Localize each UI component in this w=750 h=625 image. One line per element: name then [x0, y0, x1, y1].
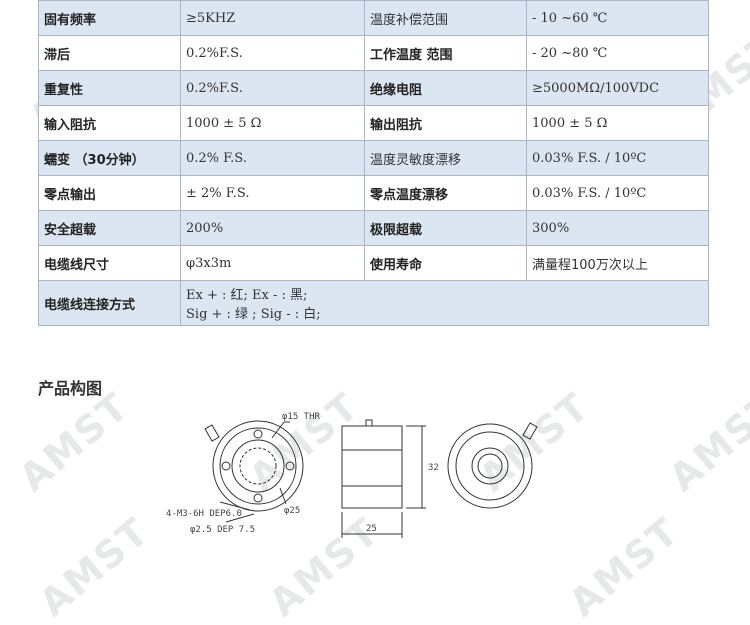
spec-label: 温度灵敏度漂移	[364, 140, 527, 176]
spec-label: 输入阻抗	[38, 105, 181, 141]
spec-value: ± 2% F.S.	[180, 175, 365, 211]
spec-value: 300%	[526, 210, 709, 246]
spec-label: 滞后	[38, 35, 181, 71]
spec-label: 电缆线尺寸	[38, 245, 181, 281]
spec-label: 输出阻抗	[364, 105, 527, 141]
spec-label: 重复性	[38, 70, 181, 106]
table-row: 输入阻抗 1000 ± 5 Ω 输出阻抗 1000 ± 5 Ω	[38, 105, 709, 141]
watermark: AMST	[560, 508, 688, 625]
spec-value: φ3x3m	[180, 245, 365, 281]
spec-label: 零点温度漂移	[364, 175, 527, 211]
wiring-label: 电缆线连接方式	[38, 280, 181, 326]
spec-value: 0.03% F.S. / 10ºC	[526, 140, 709, 176]
spec-label: 安全超载	[38, 210, 181, 246]
watermark: AMST	[30, 508, 158, 625]
spec-value: 0.2%F.S.	[180, 35, 365, 71]
wiring-line-excitation: Ex + : 红; Ex - : 黑;	[186, 288, 308, 303]
spec-table: 固有频率 ≥5KHZ 温度补偿范围 - 10 ~60 ℃ 滞后 0.2%F.S.…	[38, 0, 709, 326]
spec-label: 极限超载	[364, 210, 527, 246]
width-dim: 25	[366, 524, 377, 534]
table-row: 固有频率 ≥5KHZ 温度补偿范围 - 10 ~60 ℃	[38, 0, 709, 36]
spec-label: 蠕变 （30分钟）	[38, 140, 181, 176]
spec-label: 工作温度 范围	[364, 35, 527, 71]
spec-label: 零点输出	[38, 175, 181, 211]
rear-view	[447, 422, 538, 509]
spec-value: - 10 ~60 ℃	[526, 0, 709, 36]
spec-label: 温度补偿范围	[364, 0, 527, 36]
pin-note: φ2.5 DEP 7.5	[190, 525, 255, 535]
height-dim: 32	[428, 463, 439, 473]
thread-note: φ15 THR	[282, 412, 321, 422]
watermark: AMST	[660, 383, 750, 501]
wiring-line-signal: Sig + : 绿 ; Sig - : 白;	[186, 307, 321, 322]
spec-value: 0.03% F.S. / 10ºC	[526, 175, 709, 211]
spec-value: 0.2%F.S.	[180, 70, 365, 106]
side-view	[341, 419, 426, 538]
table-row: 电缆线连接方式 Ex + : 红; Ex - : 黑; Sig + : 绿 ; …	[38, 280, 709, 326]
product-drawing: φ15 THR φ25 4-M3-6H DEP6.0 φ2.5 DEP 7.5 …	[166, 412, 538, 538]
spec-value: - 20 ~80 ℃	[526, 35, 709, 71]
spec-value: 200%	[180, 210, 365, 246]
spec-label: 使用寿命	[364, 245, 527, 281]
spec-value: 1000 ± 5 Ω	[180, 105, 365, 141]
bolt-note: 4-M3-6H DEP6.0	[166, 509, 242, 519]
pcd-note: φ25	[284, 506, 300, 516]
table-row: 滞后 0.2%F.S. 工作温度 范围 - 20 ~80 ℃	[38, 35, 709, 71]
table-row: 电缆线尺寸 φ3x3m 使用寿命 满量程100万次以上	[38, 245, 709, 281]
table-row: 零点输出 ± 2% F.S. 零点温度漂移 0.03% F.S. / 10ºC	[38, 175, 709, 211]
wiring-value: Ex + : 红; Ex - : 黑; Sig + : 绿 ; Sig - : …	[180, 280, 709, 326]
spec-value: ≥5KHZ	[180, 0, 365, 36]
table-row: 重复性 0.2%F.S. 绝缘电阻 ≥5000MΩ/100VDC	[38, 70, 709, 106]
watermark: AMST	[10, 383, 138, 501]
spec-value: ≥5000MΩ/100VDC	[526, 70, 709, 106]
spec-value: 0.2% F.S.	[180, 140, 365, 176]
table-row: 蠕变 （30分钟） 0.2% F.S. 温度灵敏度漂移 0.03% F.S. /…	[38, 140, 709, 176]
spec-value: 满量程100万次以上	[526, 245, 709, 281]
section-title: 产品构图	[38, 379, 103, 398]
table-row: 安全超载 200% 极限超载 300%	[38, 210, 709, 246]
spec-label: 绝缘电阻	[364, 70, 527, 106]
spec-value: 1000 ± 5 Ω	[526, 105, 709, 141]
spec-label: 固有频率	[38, 0, 181, 36]
